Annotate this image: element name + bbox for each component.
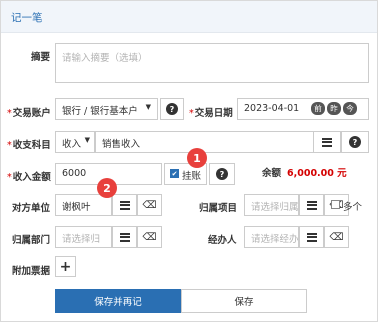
department-input[interactable]: 请选择归 [55,226,112,248]
balance-label: 余额 [262,168,282,179]
date-prev-button[interactable]: 前 [311,102,325,115]
onaccount-checkbox[interactable]: ✔ [170,169,179,178]
amount-label: *收入金额 [7,172,51,183]
eraser-icon: ⌫ [329,231,344,243]
handler-clear-button[interactable]: ⌫ [324,226,349,248]
question-circle-icon: ? [216,168,228,180]
summary-label: 摘要 [31,52,51,63]
marker-badge-1: 1 [187,148,207,168]
department-clear-button[interactable]: ⌫ [137,226,162,248]
onaccount-help-button[interactable]: ? [209,163,235,185]
multi-label: 多个 [343,202,363,213]
department-label: 归属部门 [12,235,51,246]
counterparty-list-button[interactable] [112,194,137,216]
subject-type-dropdown[interactable]: 收入 ▼ [55,131,95,153]
marker-badge-2: 2 [97,178,117,198]
plus-icon: + [59,258,72,275]
account-help-button[interactable]: ? [160,98,184,120]
save-and-new-button[interactable]: 保存并再记 [55,289,181,313]
list-icon [119,200,130,210]
subject-input[interactable]: 销售收入 [95,131,339,153]
project-list-button[interactable] [299,194,324,216]
list-icon [306,232,317,242]
caret-down-icon: ▼ [145,103,151,111]
account-select[interactable]: 银行 / 银行基本户 ▼ [55,98,158,120]
list-icon [306,200,317,210]
account-label: *交易账户 [7,108,51,119]
list-icon [322,137,332,147]
handler-label: 经办人 [208,235,237,246]
handler-input[interactable]: 请选择经办 [244,226,299,248]
counterparty-clear-button[interactable]: ⌫ [137,194,162,216]
multi-checkbox[interactable] [331,200,340,209]
handler-list-button[interactable] [299,226,324,248]
save-button[interactable]: 保存 [181,289,307,313]
project-label: 归属项目 [199,203,238,214]
eraser-icon: ⌫ [142,231,157,243]
date-label: *交易日期 [189,108,233,119]
department-list-button[interactable] [112,226,137,248]
dialog-header: 记一笔 [1,1,377,33]
question-circle-icon: ? [349,136,361,148]
dialog-title: 记一笔 [11,12,43,24]
balance-value: 6,000.00 元 [287,168,347,179]
attach-label: 附加票据 [12,266,51,277]
add-attachment-button[interactable]: + [55,256,76,277]
question-circle-icon: ? [166,103,178,115]
subject-help-button[interactable]: ? [341,131,369,153]
date-today-button[interactable]: 今 [343,102,357,115]
date-yesterday-button[interactable]: 昨 [327,102,341,115]
list-icon [119,232,130,242]
summary-input[interactable]: 请输入摘要（选填） [55,43,369,83]
eraser-icon: ⌫ [142,199,157,211]
caret-down-icon: ▼ [84,136,90,144]
project-input[interactable]: 请选择归属 [244,194,299,216]
subject-list-button[interactable] [313,131,341,153]
subject-label: *收支科目 [7,140,51,151]
counterparty-label: 对方单位 [12,203,51,214]
